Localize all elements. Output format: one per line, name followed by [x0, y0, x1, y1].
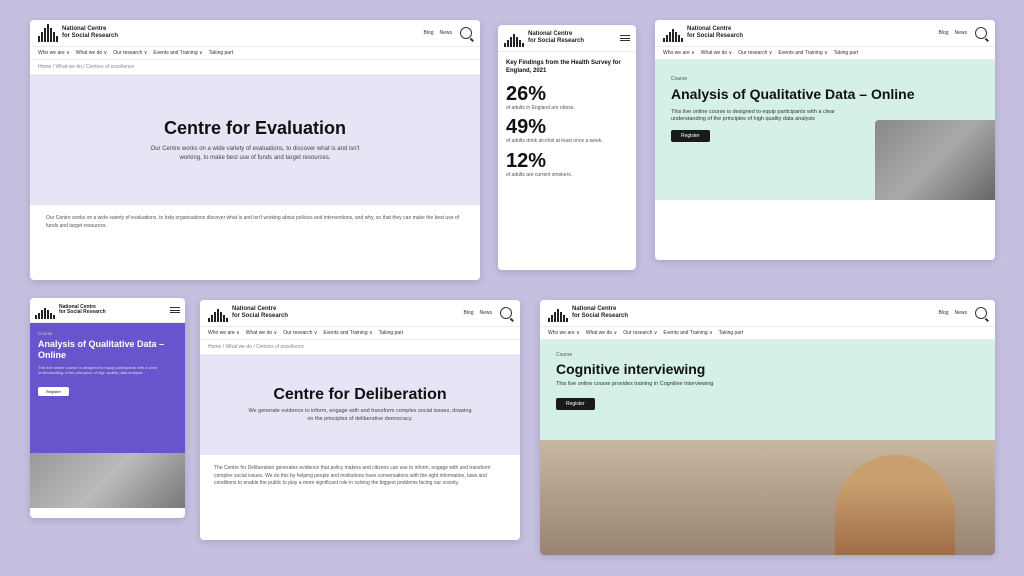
health-stat-2-value: 49% [506, 117, 628, 137]
analysis-lg-register-btn[interactable]: Register [671, 130, 710, 142]
eval-logo: National Centre for Social Research [38, 24, 118, 42]
eval-breadcrumb: Home / What we do / Centres of excellenc… [30, 60, 480, 75]
cog-course-label: Course [556, 352, 979, 358]
health-logo-text: National Centre for Social Research [528, 31, 584, 44]
analysis-sm-course-label: Course [38, 331, 177, 336]
health-stat-1-desc: of adults in England are obese. [506, 105, 628, 112]
cog-desc: This live online course provides trainin… [556, 381, 979, 387]
card-analysis-small: National Centre for Social Research Cour… [30, 298, 185, 518]
eval-search-icon[interactable] [460, 27, 472, 39]
delib-body: The Centre for Deliberation generates ev… [200, 455, 520, 498]
analysis-sm-logo: National Centre for Social Research [35, 301, 106, 319]
health-stat-2-desc: of adults drink alcohol at least once a … [506, 138, 628, 145]
health-stat-1-value: 26% [506, 84, 628, 104]
delib-breadcrumb: Home / What we do / Centres of excellenc… [200, 340, 520, 355]
delib-body-text: The Centre for Deliberation generates ev… [214, 465, 506, 488]
delib-search-icon[interactable] [500, 307, 512, 319]
card-evaluation: National Centre for Social Research Blog… [30, 20, 480, 280]
eval-hero: Centre for Evaluation Our Centre works o… [30, 75, 480, 205]
logo-icon [38, 24, 58, 42]
card-cognitive: National Centre for Social Research Blog… [540, 300, 995, 555]
delib-subtitle: We generate evidence to inform, engage w… [245, 408, 475, 423]
delib-logo: National Centre for Social Research [208, 304, 288, 322]
health-nav: National Centre for Social Research [498, 25, 636, 52]
analysis-lg-nav-main: Who we are ∨ What we do ∨ Our research ∨… [655, 47, 995, 60]
analysis-sm-logo-text: National Centre for Social Research [59, 305, 106, 316]
eval-body-text: Our Centre works on a wide variety of ev… [46, 215, 464, 230]
delib-title: Centre for Deliberation [273, 386, 446, 404]
health-logo-icon [504, 29, 524, 47]
analysis-sm-logo-icon [35, 301, 55, 319]
analysis-sm-desc: This live online course is designed to e… [38, 365, 177, 375]
logo-text: National Centre for Social Research [62, 26, 118, 39]
health-stat-2: 49% of adults drink alcohol at least onc… [506, 117, 628, 145]
analysis-lg-logo-text: National Centre for Social Research [687, 26, 743, 39]
eval-title: Centre for Evaluation [164, 118, 346, 139]
analysis-sm-nav: National Centre for Social Research [30, 298, 185, 323]
eval-nav-main: Who we are ∨ What we do ∨ Our research ∨… [30, 47, 480, 60]
cog-register-btn[interactable]: Register [556, 398, 595, 410]
analysis-lg-nav: National Centre for Social Research Blog… [655, 20, 995, 47]
card-health-survey: National Centre for Social Research Key … [498, 25, 636, 270]
analysis-lg-desc: This live online course is designed to e… [671, 109, 851, 124]
health-stat-3-value: 12% [506, 151, 628, 171]
eval-nav-links: Blog News [423, 30, 452, 36]
delib-nav-links: Blog News [463, 310, 492, 316]
analysis-sm-menu-icon[interactable] [170, 307, 180, 313]
cog-image [540, 440, 995, 555]
cog-logo-icon [548, 304, 568, 322]
analysis-sm-hero: Course Analysis of Qualitative Data – On… [30, 323, 185, 453]
health-stat-3-desc: of adults are current smokers. [506, 172, 628, 179]
cog-nav-links: Blog News [938, 310, 967, 316]
health-survey-title: Key Findings from the Health Survey for … [506, 60, 628, 76]
eval-subtitle: Our Centre works on a wide variety of ev… [145, 145, 365, 162]
delib-logo-text: National Centre for Social Research [232, 306, 288, 319]
cog-nav-main: Who we are ∨ What we do ∨ Our research ∨… [540, 327, 995, 340]
cog-logo: National Centre for Social Research [548, 304, 628, 322]
analysis-lg-hero: Course Analysis of Qualitative Data – On… [655, 60, 995, 200]
health-menu-icon[interactable] [620, 35, 630, 41]
health-stat-1: 26% of adults in England are obese. [506, 84, 628, 112]
health-stat-3: 12% of adults are current smokers. [506, 151, 628, 179]
delib-nav-main: Who we are ∨ What we do ∨ Our research ∨… [200, 327, 520, 340]
analysis-lg-title: Analysis of Qualitative Data – Online [671, 86, 979, 103]
health-body: Key Findings from the Health Survey for … [498, 52, 636, 192]
analysis-sm-image [30, 453, 185, 508]
cog-person-image [835, 455, 955, 555]
card-deliberation: National Centre for Social Research Blog… [200, 300, 520, 540]
cog-hero: Course Cognitive interviewing This live … [540, 340, 995, 440]
cog-search-icon[interactable] [975, 307, 987, 319]
cog-title: Cognitive interviewing [556, 361, 979, 377]
delib-hero: Centre for Deliberation We generate evid… [200, 355, 520, 455]
analysis-sm-register-btn[interactable]: Register [38, 387, 69, 396]
health-logo: National Centre for Social Research [504, 29, 584, 47]
eval-nav: National Centre for Social Research Blog… [30, 20, 480, 47]
analysis-lg-logo: National Centre for Social Research [663, 24, 743, 42]
analysis-lg-nav-links: Blog News [938, 30, 967, 36]
eval-body: Our Centre works on a wide variety of ev… [30, 205, 480, 240]
cog-nav: National Centre for Social Research Blog… [540, 300, 995, 327]
card-analysis-large: National Centre for Social Research Blog… [655, 20, 995, 260]
delib-nav: National Centre for Social Research Blog… [200, 300, 520, 327]
analysis-lg-logo-icon [663, 24, 683, 42]
analysis-lg-search-icon[interactable] [975, 27, 987, 39]
analysis-sm-title: Analysis of Qualitative Data – Online [38, 339, 177, 361]
cog-logo-text: National Centre for Social Research [572, 306, 628, 319]
analysis-lg-course-label: Course [671, 76, 979, 82]
delib-logo-icon [208, 304, 228, 322]
